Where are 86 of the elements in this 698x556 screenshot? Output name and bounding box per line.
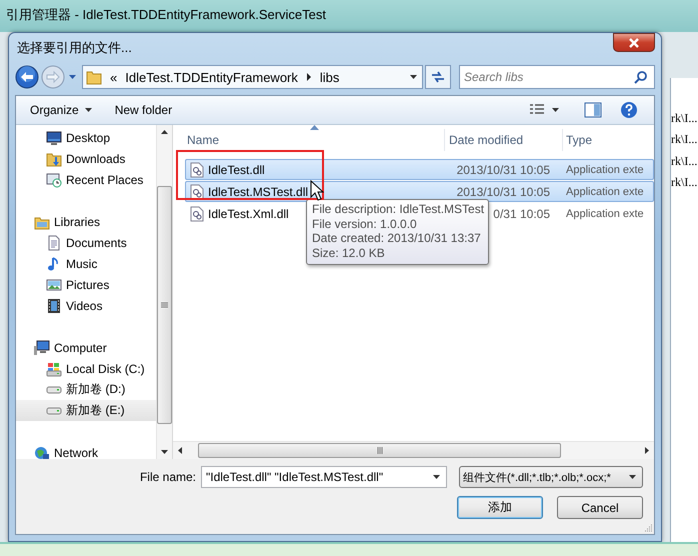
list-entry: rk\I... (671, 152, 698, 170)
close-icon (628, 38, 640, 48)
column-header[interactable]: Date modified (445, 129, 563, 151)
organize-button[interactable]: Organize (24, 100, 99, 120)
nav-item[interactable]: Pictures (16, 274, 156, 295)
field-label: File name: (138, 470, 197, 484)
dropdown-caret-icon (628, 473, 637, 481)
tooltip-line: File version: 1.0.0.0 (312, 216, 418, 231)
nav-item[interactable]: Libraries (16, 211, 156, 232)
address-bar[interactable]: « IdleTest.TDDEntityFramework libs (82, 65, 423, 89)
breadcrumb-overflow[interactable]: « (110, 70, 118, 84)
list-entry: rk\I... (671, 110, 698, 127)
folder-icon (86, 69, 102, 85)
drive-icon (46, 386, 62, 394)
film-icon (46, 298, 62, 314)
horizontal-scrollbar[interactable] (173, 441, 654, 459)
nav-item[interactable]: Recent Places (16, 169, 156, 190)
preview-pane-icon[interactable] (584, 102, 602, 118)
nav-item[interactable]: Videos (16, 295, 156, 316)
breadcrumb-item[interactable]: libs (320, 70, 340, 84)
grip-icon (161, 302, 168, 308)
refresh-icon (430, 70, 446, 84)
dll-file-icon (190, 162, 204, 178)
dll-file-icon (190, 206, 204, 222)
drive-icon (46, 360, 62, 376)
dropdown-caret-icon (551, 106, 560, 114)
nav-item[interactable]: Music (16, 253, 156, 274)
file-row[interactable]: IdleTest.dll 2013/10/31 10:05 Application exte (185, 159, 654, 180)
drive-icon (46, 406, 62, 414)
breadcrumb-item[interactable]: IdleTest.TDDEntityFramework (125, 70, 298, 84)
dialog-button[interactable]: 添加 (457, 496, 543, 519)
list-entry: rk\I... (671, 131, 698, 148)
nav-item[interactable]: 新加卷 (D:) (16, 379, 156, 400)
search-icon (634, 70, 648, 84)
mouse-cursor-icon (310, 180, 324, 202)
file-type-dropdown[interactable]: 组件文件(*.dll;*.tlb;*.olb;*.ocx;* (459, 466, 643, 488)
close-button[interactable] (613, 33, 655, 52)
recent-places-icon (46, 172, 62, 188)
new-folder-button[interactable]: New folder (108, 100, 178, 120)
file-name[interactable]: IdleTest.Xml.dll (208, 206, 289, 220)
nav-item[interactable]: Local Disk (C:) (16, 358, 156, 379)
nav-item[interactable]: Documents (16, 232, 156, 253)
dialog-button[interactable]: Cancel (557, 496, 643, 519)
window-title: 引用管理器 - IdleTest.TDDEntityFramework.ServiceTest (5, 6, 328, 24)
nav-item[interactable]: Downloads (16, 148, 156, 169)
document-icon (46, 234, 62, 250)
tooltip-line: Date created: 2013/10/31 13:37 (312, 231, 482, 246)
picture-icon (46, 276, 62, 292)
tooltip-line: Size: 12.0 KB (312, 246, 386, 260)
scrollbar-thumb[interactable] (157, 186, 172, 424)
grip-icon (376, 447, 382, 454)
resize-grip-icon[interactable] (644, 524, 652, 532)
dropdown-caret-icon[interactable] (409, 73, 418, 81)
scrollbar-thumb[interactable] (198, 443, 561, 458)
file-name: IdleTest.dll (208, 162, 265, 176)
list-entry: rk\I... (671, 174, 698, 191)
nav-item[interactable]: Network (16, 442, 156, 459)
refresh-button[interactable] (425, 65, 451, 89)
column-header[interactable]: Name (173, 129, 445, 151)
tooltip-line: File description: IdleTest.MSTest (312, 202, 484, 216)
back-button[interactable] (15, 65, 39, 89)
column-header[interactable]: Type (563, 129, 654, 151)
file-type: Application exte (566, 186, 644, 198)
file-type: Application exte (566, 164, 644, 176)
view-list-icon (529, 103, 545, 117)
file-row[interactable]: IdleTest.MSTest.dll 2013/10/31 10:05 Application exte (185, 181, 654, 202)
dialog-title: 选择要引用的文件... (16, 39, 133, 57)
dropdown-caret-icon (84, 106, 93, 114)
help-icon[interactable] (620, 101, 638, 119)
nav-item[interactable]: Computer (16, 337, 156, 358)
dll-file-icon (190, 184, 204, 200)
date-modified: 2013/10/31 10:05 (456, 162, 550, 176)
nav-item[interactable]: 新加卷 (E:) (16, 400, 156, 421)
file-name: IdleTest.MSTest.dll (208, 184, 308, 198)
desktop-icon (46, 130, 62, 146)
nav-item[interactable]: Desktop (16, 127, 156, 148)
file-type: Application exte (566, 208, 644, 220)
search-field[interactable]: Search libs (459, 65, 655, 89)
vertical-scrollbar[interactable] (156, 125, 172, 459)
breadcrumb-arrow-icon[interactable] (306, 73, 312, 81)
date-modified: 2013/10/31 10:05 (456, 184, 550, 198)
computer-icon (34, 340, 50, 356)
download-folder-icon (46, 150, 62, 166)
dropdown-caret-icon[interactable] (432, 473, 441, 481)
file-name-field[interactable]: "IdleTest.dll" "IdleTest.MSTest.dll" (201, 466, 447, 488)
network-icon (34, 444, 50, 459)
